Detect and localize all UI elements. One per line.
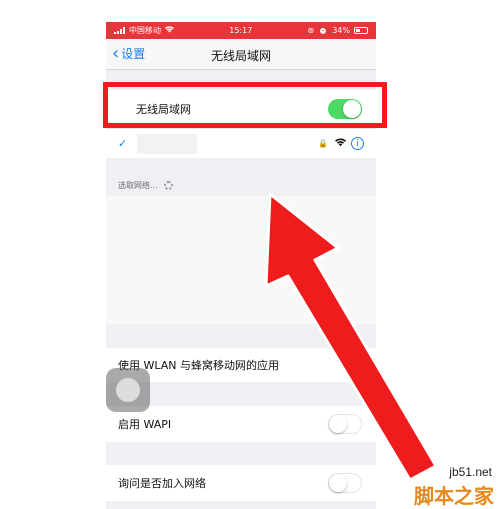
annotation-arrow xyxy=(264,192,438,482)
watermark-url: jb51.net xyxy=(449,465,492,479)
watermark-name: 脚本之家 xyxy=(414,484,494,508)
